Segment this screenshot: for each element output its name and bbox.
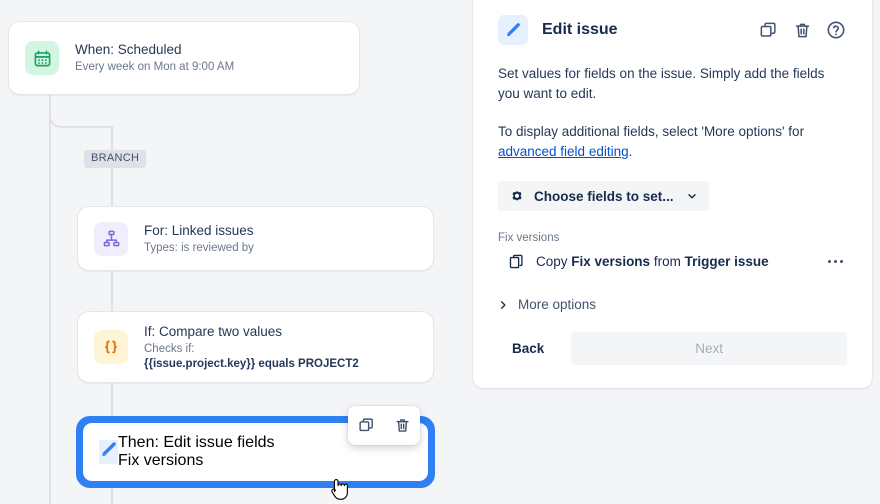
choose-fields-label: Choose fields to set...: [534, 188, 674, 204]
rule-node-title: When: Scheduled: [75, 42, 182, 57]
connector-then-down: [111, 488, 113, 504]
connector-branch-corner: [49, 98, 113, 128]
rule-node-condition: {{issue.project.key}} equals PROJECT2: [144, 357, 359, 370]
next-button[interactable]: Next: [571, 332, 847, 365]
field-group-label: Fix versions: [498, 232, 560, 244]
chevron-right-icon: [498, 299, 508, 311]
rule-node-trigger[interactable]: When: Scheduled Every week on Mon at 9:0…: [8, 21, 360, 95]
rule-canvas: BRANCH When: Scheduled Every week on Mon…: [0, 0, 473, 504]
more-actions-icon[interactable]: [828, 260, 847, 263]
rule-node-title: If: Compare two values: [144, 323, 283, 339]
panel-hint-prefix: To display additional fields, select 'Mo…: [498, 124, 805, 139]
branch-chip: BRANCH: [84, 150, 147, 168]
more-options-toggle[interactable]: More options: [498, 297, 847, 312]
panel-body: Edit issue Set values for fields on the …: [473, 0, 872, 365]
copy-icon[interactable]: [757, 19, 779, 41]
rule-node-then-text: Then: Edit issue fields Fix versions: [118, 434, 275, 470]
back-button[interactable]: Back: [498, 333, 558, 364]
rule-node-subtitle: Checks if:: [144, 342, 195, 355]
panel-hint: To display additional fields, select 'Mo…: [498, 122, 843, 162]
field-value-prefix: Copy: [536, 254, 572, 269]
delete-node-button[interactable]: [390, 414, 414, 438]
rule-node-for-text: For: Linked issues Types: is reviewed by: [144, 222, 254, 256]
pencil-icon: [498, 15, 528, 45]
connector-branch-down-left: [49, 126, 51, 504]
advanced-field-editing-link[interactable]: advanced field editing: [498, 144, 629, 159]
hierarchy-icon: [94, 221, 128, 256]
gear-icon: [509, 188, 525, 204]
rule-node-subtitle: Every week on Mon at 9:00 AM: [75, 61, 235, 73]
node-action-toolbar: [348, 406, 420, 445]
rule-node-trigger-text: When: Scheduled Every week on Mon at 9:0…: [75, 41, 234, 75]
rule-node-for[interactable]: For: Linked issues Types: is reviewed by: [77, 206, 434, 271]
pencil-icon: [99, 440, 118, 464]
copy-node-button[interactable]: [354, 414, 378, 438]
rule-node-title: Then: Edit issue fields: [118, 434, 275, 451]
panel-footer: Back Next: [498, 332, 847, 365]
rule-node-if-text: If: Compare two values Checks if: {{issu…: [144, 323, 359, 372]
rule-node-subtitle: Fix versions: [118, 452, 204, 469]
automation-rule-editor: BRANCH When: Scheduled Every week on Mon…: [0, 0, 880, 504]
chevron-down-icon: [686, 190, 698, 202]
choose-fields-button[interactable]: Choose fields to set...: [498, 181, 709, 211]
action-config-panel: Edit issue Set values for fields on the …: [473, 0, 872, 388]
connector-for-to-if: [111, 271, 113, 311]
rule-node-subtitle: Types: is reviewed by: [144, 241, 254, 254]
braces-icon: [94, 330, 128, 364]
help-icon[interactable]: [825, 19, 847, 41]
panel-description: Set values for fields on the issue. Simp…: [498, 66, 825, 101]
field-value-row[interactable]: Copy Fix versions from Trigger issue: [498, 253, 847, 270]
trash-icon[interactable]: [791, 19, 813, 41]
panel-header: Edit issue: [498, 14, 847, 46]
field-value-text: Copy Fix versions from Trigger issue: [536, 254, 769, 269]
copy-fields-icon: [508, 253, 525, 270]
field-value-bold-source: Trigger issue: [684, 254, 769, 269]
panel-header-actions: [757, 19, 847, 41]
calendar-icon: [25, 41, 59, 75]
panel-hint-suffix: .: [628, 144, 633, 159]
rule-node-if[interactable]: If: Compare two values Checks if: {{issu…: [77, 311, 434, 383]
field-value-bold-field: Fix versions: [571, 254, 651, 269]
mouse-cursor: [329, 474, 351, 504]
more-options-label: More options: [518, 297, 597, 312]
page-title: Edit issue: [542, 21, 618, 38]
field-value-middle: from: [650, 254, 685, 269]
rule-node-title: For: Linked issues: [144, 222, 254, 238]
